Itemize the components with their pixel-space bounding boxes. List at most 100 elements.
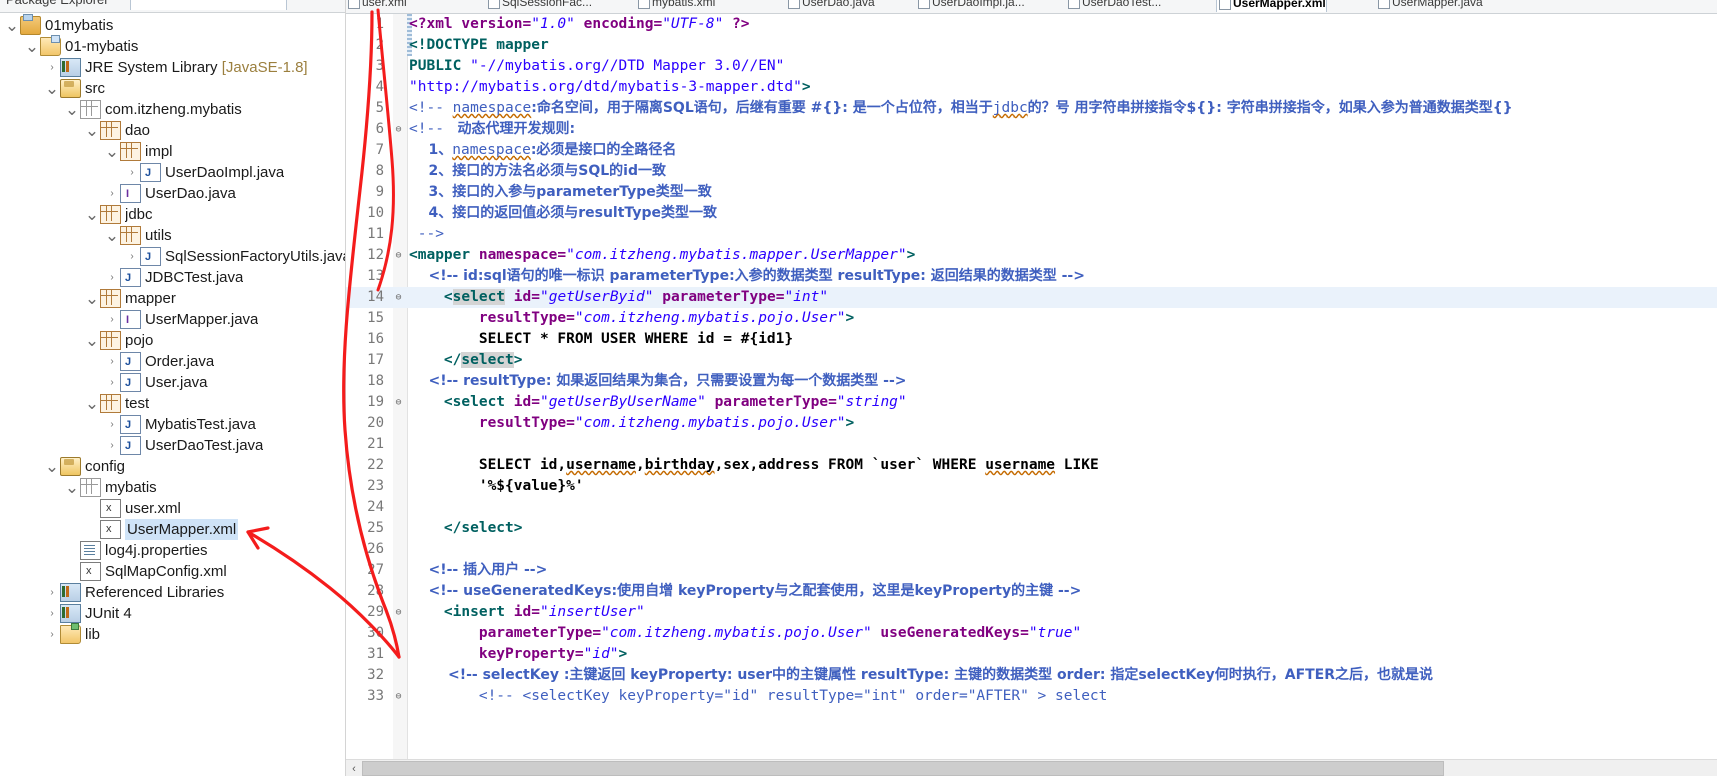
code-line-8[interactable]: 8 2、接口的方法名必须与SQL的id一致 bbox=[346, 161, 1717, 182]
chevron-right-icon[interactable]: › bbox=[44, 57, 60, 78]
chevron-right-icon[interactable]: › bbox=[124, 162, 140, 183]
tree-item-referenced-libraries[interactable]: › Referenced Libraries bbox=[0, 582, 345, 603]
explorer-adjacent-tab[interactable] bbox=[130, 0, 287, 10]
code-line-13[interactable]: 13 <!-- id:sql语句的唯一标识 parameterType:入参的数… bbox=[346, 266, 1717, 287]
tree-item-01mybatis[interactable]: ⌄ 01mybatis bbox=[0, 14, 345, 36]
fold-toggle-icon[interactable]: ⊖ bbox=[392, 686, 405, 707]
code-line-21[interactable]: 21 bbox=[346, 434, 1717, 455]
code-line-18[interactable]: 18 <!-- resultType: 如果返回结果为集合，只需要设置为每一个数… bbox=[346, 371, 1717, 392]
horizontal-scrollbar[interactable]: ‹ bbox=[346, 759, 1717, 776]
tree-item-dao[interactable]: ⌄ dao bbox=[0, 120, 345, 141]
editor-tab-sqlsessionfac[interactable]: SqlSessionFac... bbox=[486, 0, 592, 11]
code-line-3[interactable]: 3 PUBLIC "-//mybatis.org//DTD Mapper 3.0/… bbox=[346, 56, 1717, 77]
code-line-5[interactable]: 5 <!-- namespace:命名空间，用于隔离SQL语句，后继有重要 #{}… bbox=[346, 98, 1717, 119]
tree-item-jre-system-library[interactable]: › JRE System Library [JavaSE-1.8] bbox=[0, 57, 345, 78]
chevron-down-icon[interactable]: ⌄ bbox=[84, 290, 100, 307]
tree-item-user-xml[interactable]: user.xml bbox=[0, 498, 345, 519]
tree-item-sqlsessionfactoryutils-java[interactable]: › SqlSessionFactoryUtils.java bbox=[0, 246, 345, 268]
tree-item-mybatistest-java[interactable]: › MybatisTest.java bbox=[0, 414, 345, 436]
fold-toggle-icon[interactable]: ⊖ bbox=[392, 119, 405, 140]
tree-item-com-itzheng-mybatis[interactable]: ⌄ com.itzheng.mybatis bbox=[0, 99, 345, 120]
fold-toggle-icon[interactable]: ⊖ bbox=[392, 392, 405, 413]
tree-item-lib[interactable]: › lib bbox=[0, 623, 345, 645]
tree-item-config[interactable]: ⌄ config bbox=[0, 456, 345, 477]
code-text-area[interactable]: 1 <?xml version="1.0" encoding="UTF-8" ?>… bbox=[346, 14, 1717, 776]
chevron-down-icon[interactable]: ⌄ bbox=[64, 479, 80, 496]
tree-item-utils[interactable]: ⌄ utils bbox=[0, 225, 345, 246]
editor-tab-usermapper-xml[interactable]: UserMapper.xml bbox=[1216, 0, 1327, 12]
tree-item-usermapper-java[interactable]: › UserMapper.java bbox=[0, 309, 345, 331]
code-line-25[interactable]: 25 </select> bbox=[346, 518, 1717, 539]
code-line-30[interactable]: 30 parameterType="com.itzheng.mybatis.po… bbox=[346, 623, 1717, 644]
code-line-16[interactable]: 16 SELECT * FROM USER WHERE id = #{id1} bbox=[346, 329, 1717, 350]
scrollbar-thumb[interactable] bbox=[362, 761, 1444, 776]
tree-item-mapper[interactable]: ⌄ mapper bbox=[0, 288, 345, 309]
editor-tab-usermapper-java[interactable]: UserMapper.java bbox=[1376, 0, 1483, 11]
tree-item-order-java[interactable]: › Order.java bbox=[0, 351, 345, 373]
fold-toggle-icon[interactable]: ⊖ bbox=[392, 602, 405, 623]
editor-tab-userdao-java[interactable]: UserDao.java bbox=[786, 0, 875, 11]
tree-item-log4j-properties[interactable]: log4j.properties bbox=[0, 540, 345, 561]
chevron-right-icon[interactable]: › bbox=[104, 267, 120, 288]
code-line-9[interactable]: 9 3、接口的入参与parameterType类型一致 bbox=[346, 182, 1717, 203]
chevron-down-icon[interactable]: ⌄ bbox=[64, 101, 80, 118]
chevron-down-icon[interactable]: ⌄ bbox=[84, 122, 100, 139]
code-line-19[interactable]: 19 ⊖ <select id="getUserByUserName" param… bbox=[346, 392, 1717, 413]
chevron-down-icon[interactable]: ⌄ bbox=[84, 395, 100, 412]
chevron-right-icon[interactable]: › bbox=[44, 624, 60, 645]
chevron-down-icon[interactable]: ⌄ bbox=[44, 458, 60, 475]
code-line-31[interactable]: 31 keyProperty="id"> bbox=[346, 644, 1717, 665]
chevron-down-icon[interactable]: ⌄ bbox=[44, 80, 60, 97]
editor-tab-mybatis-xml[interactable]: mybatis.xml bbox=[636, 0, 715, 11]
tree-item-pojo[interactable]: ⌄ pojo bbox=[0, 330, 345, 351]
code-line-28[interactable]: 28 <!-- useGeneratedKeys:使用自增 keyPropert… bbox=[346, 581, 1717, 602]
code-line-33[interactable]: 33 ⊖ <!-- <selectKey keyProperty="id" res… bbox=[346, 686, 1717, 707]
code-line-20[interactable]: 20 resultType="com.itzheng.mybatis.pojo.… bbox=[346, 413, 1717, 434]
chevron-right-icon[interactable]: › bbox=[124, 246, 140, 267]
code-line-1[interactable]: 1 <?xml version="1.0" encoding="UTF-8" ?> bbox=[346, 14, 1717, 35]
chevron-down-icon[interactable]: ⌄ bbox=[104, 227, 120, 244]
code-line-29[interactable]: 29 ⊖ <insert id="insertUser" bbox=[346, 602, 1717, 623]
chevron-right-icon[interactable]: › bbox=[44, 603, 60, 624]
tree-item-mybatis[interactable]: ⌄ mybatis bbox=[0, 477, 345, 498]
tree-item-sqlmapconfig-xml[interactable]: SqlMapConfig.xml bbox=[0, 561, 345, 582]
tree-item-impl[interactable]: ⌄ impl bbox=[0, 141, 345, 162]
code-line-27[interactable]: 27 <!-- 插入用户 --> bbox=[346, 560, 1717, 581]
tree-item-userdaotest-java[interactable]: › UserDaoTest.java bbox=[0, 435, 345, 457]
code-line-32[interactable]: 32 <!-- selectKey :主键返回 keyProperty: use… bbox=[346, 665, 1717, 686]
editor-tab-userdaoimpl-ja[interactable]: UserDaoImpl.ja... bbox=[916, 0, 1025, 11]
chevron-right-icon[interactable]: › bbox=[104, 372, 120, 393]
chevron-right-icon[interactable]: › bbox=[104, 351, 120, 372]
code-line-17[interactable]: 17 </select> bbox=[346, 350, 1717, 371]
code-line-6[interactable]: 6 ⊖ <!-- 动态代理开发规则: bbox=[346, 119, 1717, 140]
chevron-down-icon[interactable]: ⌄ bbox=[84, 206, 100, 223]
tree-item-junit-4[interactable]: › JUnit 4 bbox=[0, 603, 345, 624]
code-line-11[interactable]: 11 --> bbox=[346, 224, 1717, 245]
tree-item-src[interactable]: ⌄ src bbox=[0, 78, 345, 99]
code-line-24[interactable]: 24 bbox=[346, 497, 1717, 518]
scroll-left-arrow-icon[interactable]: ‹ bbox=[346, 763, 362, 775]
code-line-10[interactable]: 10 4、接口的返回值必须与resultType类型一致 bbox=[346, 203, 1717, 224]
code-line-12[interactable]: 12 ⊖ <mapper namespace="com.itzheng.mybati… bbox=[346, 245, 1717, 266]
chevron-down-icon[interactable]: ⌄ bbox=[24, 38, 40, 55]
tree-item-test[interactable]: ⌄ test bbox=[0, 393, 345, 414]
chevron-right-icon[interactable]: › bbox=[104, 183, 120, 204]
fold-toggle-icon[interactable]: ⊖ bbox=[392, 245, 405, 266]
tree-item-userdao-java[interactable]: › UserDao.java bbox=[0, 183, 345, 205]
chevron-right-icon[interactable]: › bbox=[104, 309, 120, 330]
tab-package-explorer[interactable]: Package Explorer bbox=[6, 0, 109, 7]
editor-tab-bar[interactable]: user.xml SqlSessionFac... mybatis.xml UserD… bbox=[346, 0, 1717, 14]
fold-toggle-icon[interactable]: ⊖ bbox=[392, 287, 405, 308]
chevron-down-icon[interactable]: ⌄ bbox=[84, 332, 100, 349]
code-line-7[interactable]: 7 1、namespace:必须是接口的全路径名 bbox=[346, 140, 1717, 161]
tree-item-jdbc[interactable]: ⌄ jdbc bbox=[0, 204, 345, 225]
tree-item-usermapper-xml[interactable]: UserMapper.xml bbox=[0, 519, 345, 540]
tree-item-user-java[interactable]: › User.java bbox=[0, 372, 345, 394]
chevron-right-icon[interactable]: › bbox=[104, 435, 120, 456]
chevron-down-icon[interactable]: ⌄ bbox=[104, 143, 120, 160]
code-line-4[interactable]: 4 "http://mybatis.org/dtd/mybatis-3-mappe… bbox=[346, 77, 1717, 98]
chevron-right-icon[interactable]: › bbox=[104, 414, 120, 435]
code-line-22[interactable]: 22 SELECT id,username,birthday,sex,addre… bbox=[346, 455, 1717, 476]
project-tree[interactable]: ⌄ 01mybatis ⌄ 01-mybatis › JRE System Library… bbox=[0, 13, 345, 645]
chevron-right-icon[interactable]: › bbox=[44, 582, 60, 603]
